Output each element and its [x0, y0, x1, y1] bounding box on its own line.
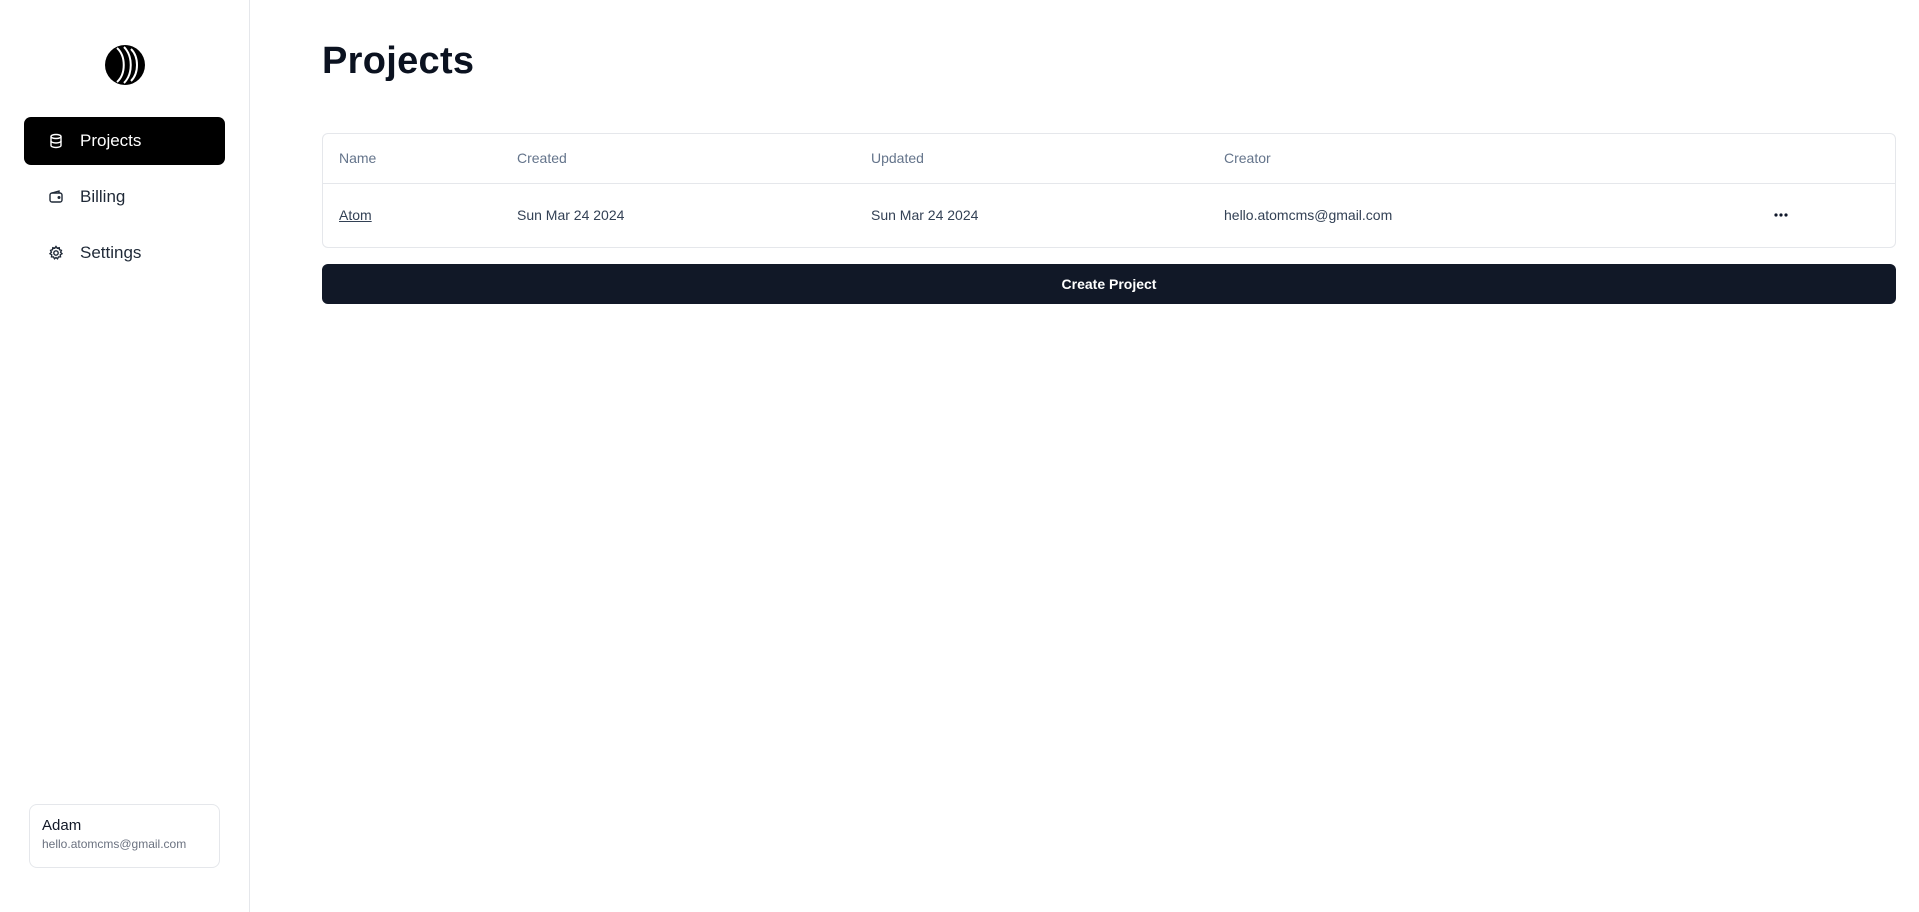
database-icon: [48, 133, 64, 149]
column-header-actions: [1753, 134, 1895, 184]
app-root: Projects Billing Settings Adam hello.ato…: [0, 0, 1919, 912]
atom-logo-icon[interactable]: [104, 44, 146, 86]
sidebar-item-projects[interactable]: Projects: [24, 117, 225, 165]
column-header-created: Created: [501, 134, 855, 184]
gear-icon: [48, 245, 64, 261]
table-header-row: Name Created Updated Creator: [323, 134, 1895, 184]
sidebar-item-billing[interactable]: Billing: [24, 173, 225, 221]
sidebar-item-label: Projects: [80, 131, 142, 150]
column-header-creator: Creator: [1208, 134, 1753, 184]
more-horizontal-icon[interactable]: [1769, 203, 1793, 227]
page-title: Projects: [322, 40, 475, 82]
column-header-name: Name: [323, 134, 501, 184]
cell-creator: hello.atomcms@gmail.com: [1224, 207, 1393, 224]
table-row: Atom Sun Mar 24 2024 Sun Mar 24 2024 hel…: [323, 183, 1895, 247]
user-card[interactable]: Adam hello.atomcms@gmail.com: [29, 804, 220, 868]
cell-updated: Sun Mar 24 2024: [871, 207, 979, 224]
main-content: Projects Name Created Updated Creator At…: [250, 0, 1919, 912]
user-name: Adam: [42, 817, 82, 834]
column-header-updated: Updated: [855, 134, 1208, 184]
create-project-button[interactable]: Create Project: [322, 264, 1896, 304]
cell-created: Sun Mar 24 2024: [517, 207, 625, 224]
cell-actions: [1753, 183, 1895, 247]
sidebar-item-label: Settings: [80, 243, 142, 262]
sidebar-nav: Projects Billing Settings: [24, 117, 225, 285]
user-email: hello.atomcms@gmail.com: [42, 837, 187, 851]
project-link[interactable]: Atom: [339, 207, 372, 223]
projects-table: Name Created Updated Creator Atom Sun Ma…: [322, 133, 1896, 248]
wallet-icon: [48, 189, 64, 205]
sidebar-item-settings[interactable]: Settings: [24, 229, 225, 277]
sidebar: Projects Billing Settings Adam hello.ato…: [0, 0, 250, 912]
cell-name: Atom: [323, 183, 501, 247]
sidebar-item-label: Billing: [80, 187, 126, 206]
